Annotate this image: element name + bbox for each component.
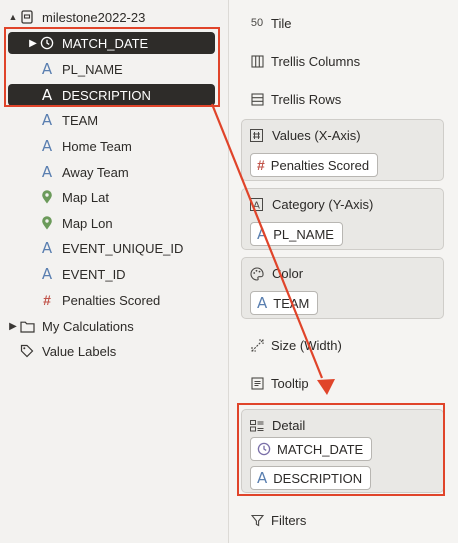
- annotation-arrow: [210, 103, 335, 395]
